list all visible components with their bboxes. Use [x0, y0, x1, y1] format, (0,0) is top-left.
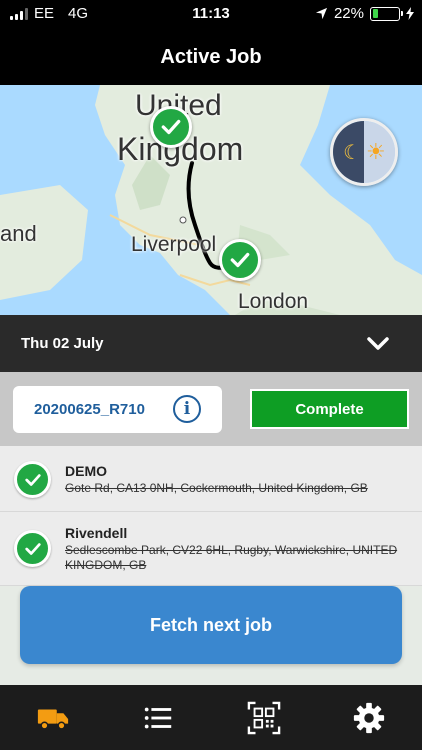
- stop-address: Gote Rd, CA13 0NH, Cockermouth, United K…: [65, 481, 368, 495]
- location-arrow-icon: [315, 7, 328, 20]
- date-label: Thu 02 July: [21, 335, 104, 352]
- complete-button[interactable]: Complete: [250, 389, 409, 429]
- map-label-london: London: [238, 290, 309, 313]
- tab-settings[interactable]: [317, 685, 422, 750]
- status-right: 22%: [315, 5, 414, 22]
- charging-bolt-icon: [406, 7, 414, 20]
- check-icon: [14, 461, 51, 498]
- check-icon: [14, 530, 51, 567]
- map-view[interactable]: United Kingdom and Liverpool London ☾ ☀: [0, 85, 422, 315]
- info-icon[interactable]: i: [173, 395, 201, 423]
- chevron-down-icon[interactable]: [366, 336, 390, 352]
- truck-icon: [37, 709, 68, 730]
- job-id: 20200625_R710: [34, 401, 145, 418]
- stop-name: Rivendell: [65, 525, 128, 541]
- job-id-card[interactable]: 20200625_R710 i: [13, 386, 222, 433]
- tab-job-list[interactable]: [106, 685, 212, 750]
- list-item[interactable]: DEMO Gote Rd, CA13 0NH, Cockermouth, Uni…: [0, 446, 422, 512]
- map-label-liverpool: Liverpool: [131, 233, 217, 256]
- map-label-ireland: and: [0, 221, 37, 246]
- tab-scan[interactable]: [211, 685, 317, 750]
- tab-bar: [0, 685, 422, 750]
- battery-percent: 22%: [333, 5, 364, 22]
- tab-active-job[interactable]: [0, 685, 106, 750]
- job-action-row: 20200625_R710 i Complete: [0, 372, 422, 446]
- qr-code-icon: [247, 701, 281, 734]
- page-title: Active Job: [160, 46, 262, 68]
- battery-icon: [370, 6, 403, 21]
- map-pin-check-icon[interactable]: [150, 106, 192, 148]
- stop-name: DEMO: [65, 463, 107, 479]
- moon-icon: ☾: [333, 121, 364, 183]
- header: Active Job: [0, 30, 422, 85]
- fetch-next-job-button[interactable]: Fetch next job: [20, 586, 402, 664]
- list-item[interactable]: Rivendell Sedlescombe Park, CV22 6HL, Ru…: [0, 512, 422, 586]
- date-selector[interactable]: Thu 02 July: [0, 315, 422, 372]
- day-night-toggle[interactable]: ☾ ☀: [330, 118, 398, 186]
- map-pin-check-icon[interactable]: [219, 239, 261, 281]
- list-icon: [145, 707, 172, 728]
- stop-address: Sedlescombe Park, CV22 6HL, Rugby, Warwi…: [65, 543, 398, 572]
- status-bar: EE 4G 11:13 22%: [0, 0, 422, 30]
- gear-icon: [354, 702, 385, 733]
